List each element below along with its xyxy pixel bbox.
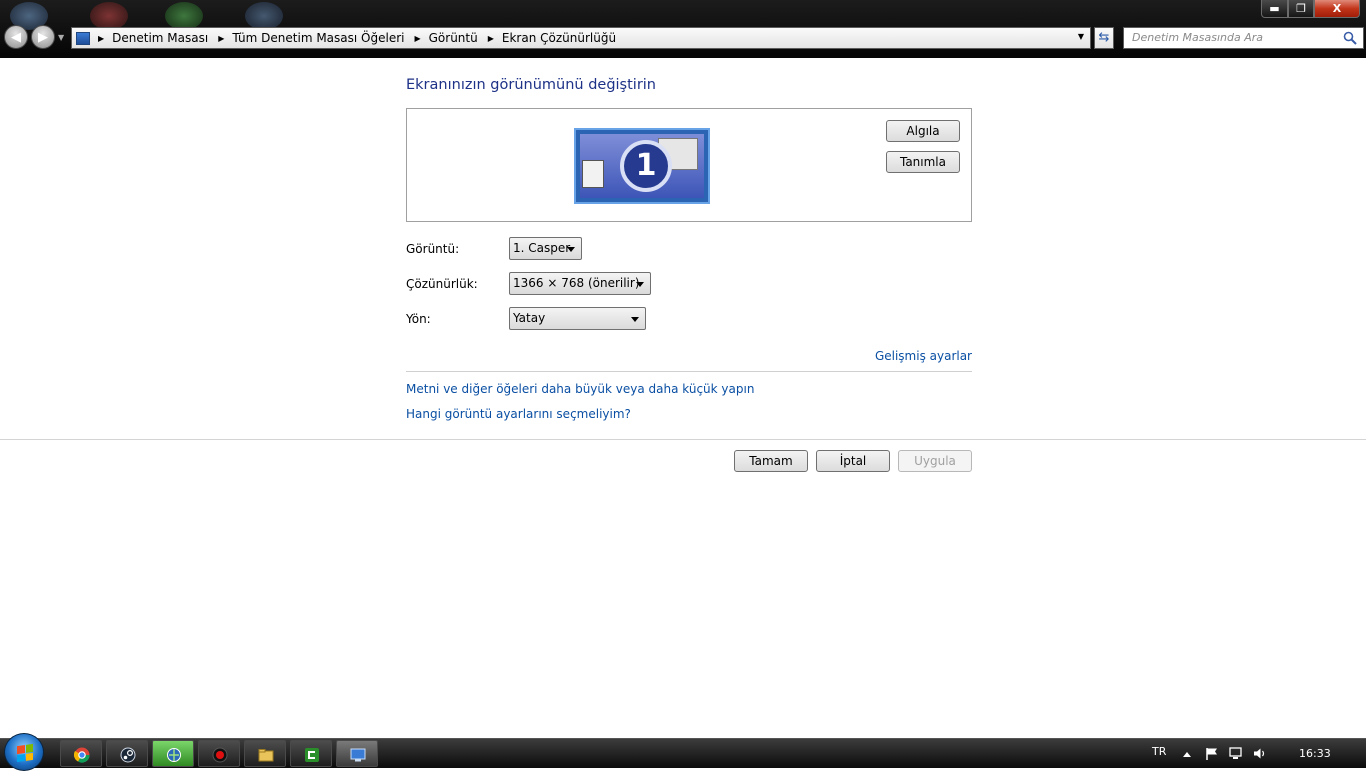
orientation-select[interactable]: Yatay — [509, 307, 646, 330]
chevron-down-icon[interactable]: ▼ — [1078, 32, 1084, 41]
back-button[interactable]: ◀ — [4, 25, 28, 49]
monitor-number: 1 — [620, 140, 672, 192]
monitor-preview-panel: 1 Algıla Tanımla — [406, 108, 972, 222]
action-center-flag-icon[interactable] — [1205, 747, 1219, 760]
display-label: Görüntü: — [406, 242, 460, 256]
clock[interactable]: 16:33 — [1299, 747, 1331, 760]
minimize-button[interactable]: ▬ — [1261, 0, 1288, 18]
chevron-right-icon[interactable]: ▶ — [414, 34, 420, 43]
network-app-icon — [167, 748, 181, 762]
refresh-button[interactable]: ⇆ — [1094, 27, 1114, 49]
recent-pages-dropdown[interactable]: ▼ — [58, 33, 64, 42]
breadcrumb-all-items[interactable]: Tüm Denetim Masası Öğeleri — [232, 31, 404, 45]
main-content: Ekranınızın görünümünü değiştirin 1 Algı… — [0, 58, 1366, 738]
text-size-link[interactable]: Metni ve diğer öğeleri daha büyük veya d… — [406, 382, 754, 396]
chevron-right-icon[interactable]: ▶ — [98, 34, 104, 43]
resolution-select-value: 1366 × 768 (önerilir) — [513, 276, 640, 290]
chevron-down-icon — [567, 247, 575, 252]
monitor-icon: 1 — [580, 134, 704, 198]
windows-logo-icon — [17, 743, 33, 763]
chevron-down-icon — [636, 282, 644, 287]
apply-button[interactable]: Uygula — [898, 450, 972, 472]
volume-icon[interactable] — [1253, 747, 1267, 760]
control-panel-icon — [350, 748, 366, 762]
taskbar-camtasia[interactable] — [290, 740, 332, 767]
refresh-icon: ⇆ — [1098, 30, 1110, 45]
chevron-right-icon[interactable]: ▶ — [488, 34, 494, 43]
arrow-right-icon: ▶ — [38, 29, 48, 45]
breadcrumb-screen-resolution[interactable]: Ekran Çözünürlüğü — [502, 31, 616, 45]
page-title: Ekranınızın görünümünü değiştirin — [406, 77, 656, 93]
resolution-label: Çözünürlük: — [406, 277, 478, 291]
search-placeholder: Denetim Masasında Ara — [1132, 31, 1264, 44]
window-titlebar: ▬ ❐ X ◀ ▶ ▼ ▶ Denetim Masası ▶ Tüm Denet… — [0, 0, 1366, 58]
taskbar: TR 16:33 — [0, 733, 1366, 771]
which-settings-link[interactable]: Hangi görüntü ayarlarını seçmeliyim? — [406, 407, 631, 421]
resolution-select[interactable]: 1366 × 768 (önerilir) — [509, 272, 651, 295]
display-select-value: 1. Casper — [513, 241, 571, 255]
ok-button[interactable]: Tamam — [734, 450, 808, 472]
show-hidden-icons-icon[interactable] — [1183, 752, 1191, 757]
display-select[interactable]: 1. Casper — [509, 237, 582, 260]
forward-button[interactable]: ▶ — [31, 25, 55, 49]
camtasia-icon — [305, 748, 319, 762]
search-icon[interactable] — [1343, 31, 1357, 45]
control-panel-icon — [76, 31, 90, 45]
taskbar-explorer[interactable] — [244, 740, 286, 767]
start-button[interactable] — [4, 733, 44, 771]
maximize-button[interactable]: ❐ — [1288, 0, 1314, 18]
divider — [406, 371, 972, 372]
detect-button[interactable]: Algıla — [886, 120, 960, 142]
identify-button[interactable]: Tanımla — [886, 151, 960, 173]
window-thumbnail-icon — [582, 160, 604, 188]
close-button[interactable]: X — [1314, 0, 1360, 18]
breadcrumb-control-panel[interactable]: Denetim Masası — [112, 31, 208, 45]
taskbar-network-app[interactable] — [152, 740, 194, 767]
folder-icon — [258, 749, 274, 762]
chevron-right-icon[interactable]: ▶ — [218, 34, 224, 43]
network-icon[interactable] — [1229, 747, 1243, 760]
desktop-icon-blur — [245, 2, 283, 30]
desktop-icon-blur — [165, 2, 203, 30]
steam-icon — [120, 747, 136, 763]
taskbar-control-panel[interactable] — [336, 740, 378, 767]
desktop-icon-blur — [90, 2, 128, 30]
arrow-left-icon: ◀ — [11, 29, 21, 45]
advanced-settings-link[interactable]: Gelişmiş ayarlar — [875, 349, 972, 363]
taskbar-recorder[interactable] — [198, 740, 240, 767]
chrome-icon — [74, 747, 90, 763]
chevron-down-icon — [631, 317, 639, 322]
window-controls: ▬ ❐ X — [1261, 0, 1360, 18]
taskbar-chrome[interactable] — [60, 740, 102, 767]
search-input[interactable]: Denetim Masasında Ara — [1123, 27, 1364, 49]
taskbar-steam[interactable] — [106, 740, 148, 767]
divider — [0, 439, 1366, 440]
orientation-select-value: Yatay — [513, 311, 546, 325]
orientation-label: Yön: — [406, 312, 431, 326]
breadcrumb-display[interactable]: Görüntü — [429, 31, 478, 45]
record-icon — [212, 747, 228, 763]
language-indicator[interactable]: TR — [1152, 745, 1166, 758]
address-bar[interactable]: ▶ Denetim Masası ▶ Tüm Denetim Masası Öğ… — [71, 27, 1091, 49]
cancel-button[interactable]: İptal — [816, 450, 890, 472]
monitor-1-thumbnail[interactable]: 1 — [574, 128, 710, 204]
